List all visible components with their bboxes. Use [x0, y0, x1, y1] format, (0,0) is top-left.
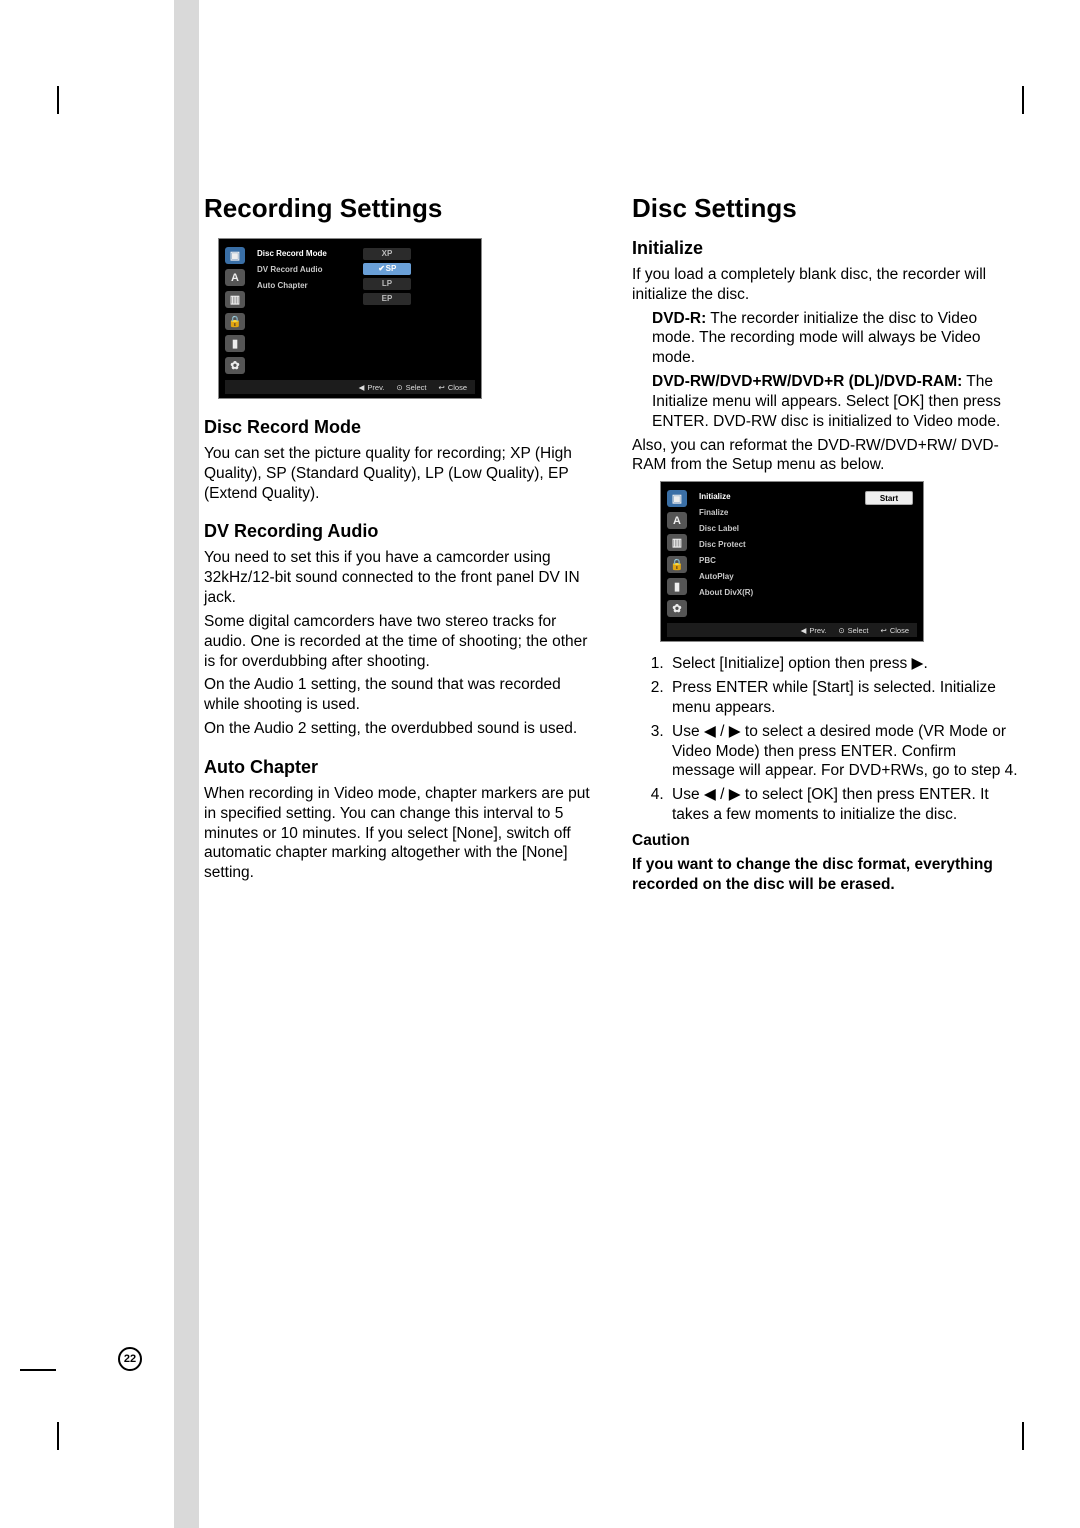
column-left: Recording Settings ▣ A ▥ 🔒 ▮ ✿ Disc Reco…	[204, 193, 594, 898]
flag-icon: ▮	[667, 578, 687, 595]
letter-a-icon: A	[667, 512, 687, 529]
gear-icon: ✿	[225, 357, 245, 374]
menu-items: Disc Record Mode DV Record Audio Auto Ch…	[251, 245, 363, 374]
crop-mark	[20, 1369, 56, 1371]
flag-icon: ▮	[225, 335, 245, 352]
menu-item: AutoPlay	[693, 571, 789, 583]
body-text: Also, you can reformat the DVD-RW/DVD+RW…	[632, 436, 1022, 476]
crop-mark	[1022, 86, 1024, 114]
lock-icon: 🔒	[667, 556, 687, 573]
left-margin-stripe	[174, 0, 199, 1528]
footer-close: ↩ Close	[439, 383, 467, 392]
steps-list: Select [Initialize] option then press ▶.…	[668, 654, 1022, 825]
menu-item: About DivX(R)	[693, 587, 789, 599]
option-xp: XP	[363, 248, 411, 260]
subheading-dv-recording-audio: DV Recording Audio	[204, 521, 594, 542]
body-text: On the Audio 2 setting, the overdubbed s…	[204, 719, 594, 739]
card-icon: ▥	[225, 291, 245, 308]
card-icon: ▥	[667, 534, 687, 551]
option-ep: EP	[363, 293, 411, 305]
menu-screenshot-disc: ▣ A ▥ 🔒 ▮ ✿ Initialize Finalize Disc Lab…	[660, 481, 924, 642]
menu-item: Disc Record Mode	[251, 248, 363, 260]
step-1: Select [Initialize] option then press ▶.	[668, 654, 1022, 674]
step-4: Use ◀ / ▶ to select [OK] then press ENTE…	[668, 785, 1022, 825]
menu-item: Disc Label	[693, 523, 789, 535]
step-2: Press ENTER while [Start] is selected. I…	[668, 678, 1022, 718]
footer-select: ⊙ Select	[396, 383, 426, 392]
caution-text: If you want to change the disc format, e…	[632, 855, 1022, 895]
body-text: DVD-RW/DVD+RW/DVD+R (DL)/DVD-RAM: The In…	[652, 372, 1022, 431]
subheading-disc-record-mode: Disc Record Mode	[204, 417, 594, 438]
menu-footer: ◀ Prev. ⊙ Select ↩ Close	[225, 380, 475, 394]
column-right: Disc Settings Initialize If you load a c…	[632, 193, 1022, 898]
footer-select: ⊙ Select	[838, 626, 868, 635]
crop-mark	[57, 1422, 59, 1450]
heading-recording-settings: Recording Settings	[204, 193, 594, 224]
menu-item: Auto Chapter	[251, 280, 363, 292]
menu-options: Start	[789, 488, 917, 617]
gear-icon: ✿	[667, 600, 687, 617]
step-3: Use ◀ / ▶ to select a desired mode (VR M…	[668, 722, 1022, 781]
subheading-initialize: Initialize	[632, 238, 1022, 259]
menu-items: Initialize Finalize Disc Label Disc Prot…	[693, 488, 789, 617]
start-button: Start	[865, 491, 913, 505]
body-text: You can set the picture quality for reco…	[204, 444, 594, 503]
menu-screenshot-recording: ▣ A ▥ 🔒 ▮ ✿ Disc Record Mode DV Record A…	[218, 238, 482, 399]
menu-sidebar-icons: ▣ A ▥ 🔒 ▮ ✿	[667, 488, 693, 617]
menu-sidebar-icons: ▣ A ▥ 🔒 ▮ ✿	[225, 245, 251, 374]
disc-icon: ▣	[667, 490, 687, 507]
subheading-auto-chapter: Auto Chapter	[204, 757, 594, 778]
letter-a-icon: A	[225, 269, 245, 286]
caution-heading: Caution	[632, 831, 1022, 851]
lock-icon: 🔒	[225, 313, 245, 330]
menu-item: Finalize	[693, 507, 789, 519]
footer-prev: ◀ Prev.	[359, 383, 385, 392]
body-text: You need to set this if you have a camco…	[204, 548, 594, 607]
manual-page: Recording Settings ▣ A ▥ 🔒 ▮ ✿ Disc Reco…	[0, 0, 1080, 1528]
page-number: 22	[118, 1347, 142, 1371]
crop-mark	[1022, 1422, 1024, 1450]
menu-item: PBC	[693, 555, 789, 567]
heading-disc-settings: Disc Settings	[632, 193, 1022, 224]
crop-mark	[57, 86, 59, 114]
footer-prev: ◀ Prev.	[801, 626, 827, 635]
option-sp: ✔SP	[363, 263, 411, 275]
body-text: DVD-R: The recorder initialize the disc …	[652, 309, 1022, 368]
menu-item: Disc Protect	[693, 539, 789, 551]
footer-close: ↩ Close	[881, 626, 909, 635]
menu-item: Initialize	[693, 491, 789, 503]
body-text: When recording in Video mode, chapter ma…	[204, 784, 594, 883]
body-text: Some digital camcorders have two stereo …	[204, 612, 594, 671]
menu-options: XP ✔SP LP EP	[363, 245, 475, 374]
disc-icon: ▣	[225, 247, 245, 264]
menu-footer: ◀ Prev. ⊙ Select ↩ Close	[667, 623, 917, 637]
menu-item: DV Record Audio	[251, 264, 363, 276]
body-text: On the Audio 1 setting, the sound that w…	[204, 675, 594, 715]
body-text: If you load a completely blank disc, the…	[632, 265, 1022, 305]
option-lp: LP	[363, 278, 411, 290]
